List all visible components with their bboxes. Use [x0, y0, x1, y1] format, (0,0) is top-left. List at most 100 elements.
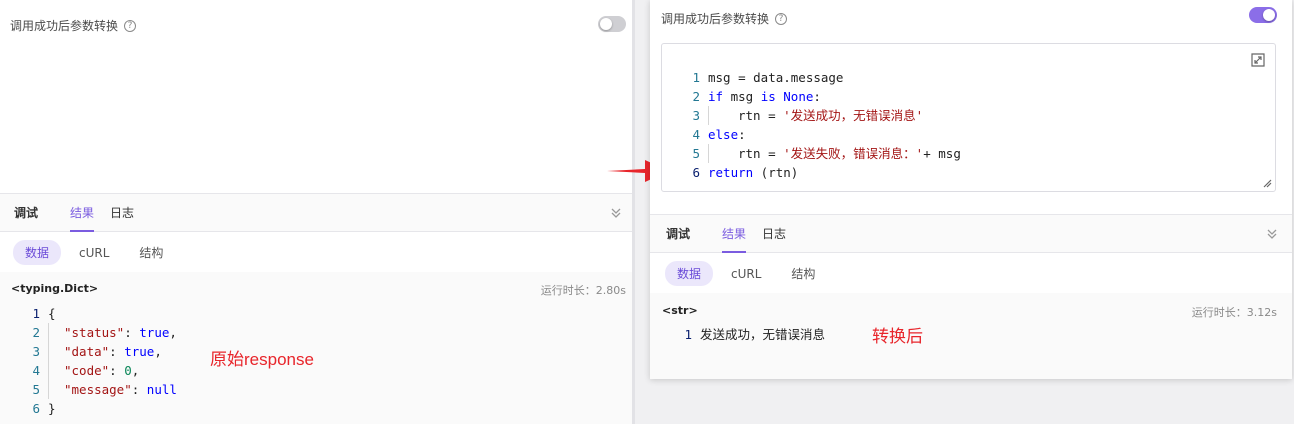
param-transform-toggle[interactable]: [1249, 7, 1277, 23]
tab-result-label: 结果: [722, 227, 747, 241]
help-icon[interactable]: ?: [775, 12, 788, 25]
code-line: 4 "code": 0,: [26, 361, 177, 380]
subtab-schema[interactable]: 结构: [127, 240, 175, 265]
line-number: 6: [32, 401, 40, 416]
tab-log[interactable]: 日志: [102, 194, 142, 231]
code-line: 5 rtn = '发送失败，错误消息：' + msg: [686, 144, 961, 163]
json-value: 0: [124, 363, 132, 378]
code-token: rtn =: [738, 108, 784, 123]
param-transform-label: 调用成功后参数转换: [10, 19, 119, 33]
result-value: 发送成功，无错误消息: [700, 327, 826, 342]
panel-divider: [632, 0, 635, 424]
subtab-data[interactable]: 数据: [13, 240, 62, 265]
annotation-original-response: 原始response: [210, 350, 314, 369]
param-transform-label: 调用成功后参数转换: [661, 12, 770, 26]
result-meta: <str> 运行时长：3.12s: [662, 304, 1277, 320]
code-line: 2 "status": true,: [26, 323, 177, 342]
line-number: 5: [692, 146, 700, 161]
indent-guide: [708, 144, 738, 163]
json-value: true: [124, 344, 155, 359]
code-token: msg: [723, 89, 761, 104]
code-line: 1 {: [26, 304, 177, 323]
code-token: '发送失败，错误消息：': [783, 146, 924, 161]
tab-result-label: 结果: [70, 206, 95, 220]
subtab-curl[interactable]: cURL: [719, 263, 773, 285]
code-text: }: [48, 401, 56, 416]
code-token: '发送成功，无错误消息': [783, 108, 924, 123]
json-value: true: [139, 325, 170, 340]
line-number: 4: [32, 363, 40, 378]
line-number: 3: [32, 344, 40, 359]
subtab-schema[interactable]: 结构: [779, 261, 827, 286]
tab-log[interactable]: 日志: [754, 215, 794, 252]
param-transform-toggle[interactable]: [598, 16, 626, 32]
toggle-knob: [600, 18, 612, 30]
tab-debug[interactable]: 调试: [658, 215, 698, 252]
line-number: 1: [32, 306, 40, 321]
code-line: 3 rtn = '发送成功，无错误消息': [686, 106, 961, 125]
code-punct: ,: [169, 325, 177, 340]
code-token: if: [708, 89, 724, 104]
resize-handle-icon[interactable]: [1262, 178, 1272, 188]
runtime: 运行时长：3.12s: [1191, 306, 1277, 319]
code-line: 1 msg = data.message: [686, 68, 961, 87]
tab-result[interactable]: 结果: [62, 194, 102, 232]
indent-guide: [708, 106, 738, 125]
right-panel: 调用成功后参数转换 ? 1 msg = data.message 2 if msg i…: [650, 0, 1292, 379]
expand-icon[interactable]: [1251, 53, 1265, 67]
help-icon[interactable]: ?: [124, 19, 137, 32]
code-token: is None: [760, 89, 814, 104]
result-meta: <typing.Dict> 运行时长：2.80s: [11, 282, 626, 298]
code-token: return: [708, 165, 754, 180]
code-token: else: [708, 127, 739, 142]
param-transform-header: 调用成功后参数转换 ?: [10, 17, 137, 34]
line-number: 2: [692, 89, 700, 104]
runtime: 运行时长：2.80s: [540, 284, 626, 297]
code-text: {: [48, 306, 56, 321]
tab-debug-label: 调试: [666, 227, 691, 241]
result-tabbar: 调试 结果 日志: [650, 214, 1292, 253]
line-number: 1: [684, 327, 692, 342]
json-value: null: [146, 382, 177, 397]
code-line: 1 发送成功，无错误消息: [678, 325, 825, 344]
code-punct: ,: [131, 363, 140, 378]
left-panel: 调用成功后参数转换 ? 调试 结果 日志 数据 cURL 结构 <typing.…: [0, 0, 632, 424]
subtab-curl[interactable]: cURL: [67, 242, 121, 264]
result-subtabs: 数据 cURL 结构: [13, 240, 175, 265]
line-number: 1: [692, 70, 700, 85]
code-token: rtn =: [738, 146, 784, 161]
line-number: 6: [692, 165, 700, 180]
code-editor[interactable]: 1 msg = data.message 2 if msg is None: 3 rtn …: [661, 43, 1276, 192]
result-text-viewer: 1 发送成功，无错误消息: [678, 325, 825, 344]
result-json-viewer: 1 { 2 "status": true, 3 "data": true, 4 …: [26, 304, 177, 418]
code-line: 2 if msg is None:: [686, 87, 961, 106]
line-number: 3: [692, 108, 700, 123]
code-line: 6 }: [26, 399, 177, 418]
json-key: "code": [64, 363, 110, 378]
subtab-data[interactable]: 数据: [665, 261, 714, 286]
line-number: 2: [32, 325, 40, 340]
tab-debug[interactable]: 调试: [6, 194, 46, 231]
tab-log-label: 日志: [110, 206, 135, 220]
result-subtabs: 数据 cURL 结构: [665, 261, 827, 286]
toggle-knob: [1263, 9, 1275, 21]
tab-result[interactable]: 结果: [714, 215, 754, 253]
double-chevron-down-icon[interactable]: [1266, 228, 1278, 240]
editor-code[interactable]: 1 msg = data.message 2 if msg is None: 3 rtn …: [686, 68, 961, 182]
line-number: 4: [692, 127, 700, 142]
json-key: "data": [64, 344, 110, 359]
json-key: "status": [64, 325, 125, 340]
result-tabbar: 调试 结果 日志: [0, 193, 632, 232]
tab-debug-label: 调试: [14, 206, 39, 220]
code-token: + msg: [923, 146, 961, 161]
code-token: msg = data.message: [708, 70, 844, 85]
code-line: 6 return (rtn): [686, 163, 961, 182]
code-line: 4 else:: [686, 125, 961, 144]
line-number: 5: [32, 382, 40, 397]
result-type: <typing.Dict>: [11, 282, 99, 295]
double-chevron-down-icon[interactable]: [610, 207, 622, 219]
result-type: <str>: [662, 304, 698, 317]
code-token: :: [813, 89, 821, 104]
tab-log-label: 日志: [762, 227, 787, 241]
param-transform-header: 调用成功后参数转换 ?: [661, 10, 788, 27]
